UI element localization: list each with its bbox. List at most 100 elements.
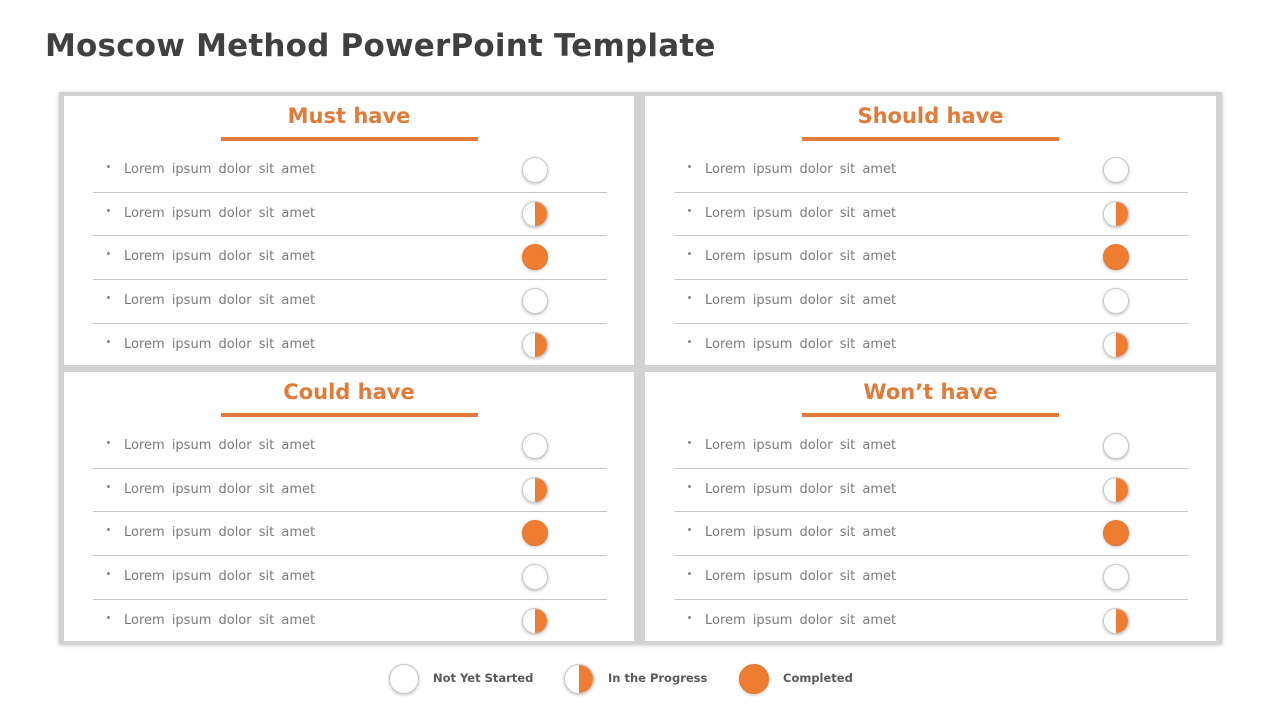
list-item: Lorem ipsum dolor sit amet [93,512,607,557]
bullet-icon [107,615,110,619]
heading-underline [802,413,1059,417]
item-text: Lorem ipsum dolor sit amet [124,205,316,221]
empty-circle-icon [522,157,548,183]
half-circle-icon [1103,607,1129,634]
half-circle-icon [1103,331,1129,358]
item-text: Lorem ipsum dolor sit amet [124,249,316,265]
filled-circle-icon [739,664,769,694]
item-text: Lorem ipsum dolor sit amet [124,438,316,453]
bullet-icon [107,252,110,256]
list-item: Lorem ipsum dolor sit amet [674,512,1188,557]
bullet-icon [107,528,110,532]
item-text: Lorem ipsum dolor sit amet [705,525,897,541]
empty-circle-icon [389,664,419,694]
panel-heading: Should have [857,104,1004,128]
list-item: Lorem ipsum dolor sit amet [93,469,607,513]
panel-heading: Must have [287,104,411,128]
panel-heading: Could have [283,380,415,404]
item-text: Lorem ipsum dolor sit amet [705,162,897,177]
legend-label: In the Progress [608,671,708,685]
item-text: Lorem ipsum dolor sit amet [705,205,897,221]
half-circle-icon [564,664,594,694]
heading-underline [802,137,1059,141]
bullet-icon [688,572,691,576]
panel-wont-have: Won’t have Lorem ipsum dolor sit amet Lore… [645,372,1216,641]
list-item: Lorem ipsum dolor sit amet [674,324,1188,367]
bullet-icon [688,339,691,343]
list-item: Lorem ipsum dolor sit amet [674,425,1188,469]
bullet-icon [688,208,691,212]
item-text: Lorem ipsum dolor sit amet [705,612,897,628]
bullet-icon [107,441,110,444]
item-text: Lorem ipsum dolor sit amet [705,336,897,352]
bullet-icon [688,528,691,532]
item-list: Lorem ipsum dolor sit amet Lorem ipsum do… [93,149,607,366]
item-text: Lorem ipsum dolor sit amet [705,569,897,585]
list-item: Lorem ipsum dolor sit amet [93,236,607,281]
item-list: Lorem ipsum dolor sit amet Lorem ipsum do… [674,149,1188,366]
item-text: Lorem ipsum dolor sit amet [124,569,316,585]
legend-label: Completed [783,671,853,685]
legend-label: Not Yet Started [433,671,534,685]
bullet-icon [107,339,110,343]
empty-circle-icon [522,288,548,315]
filled-circle-icon [522,520,548,547]
filled-circle-icon [1103,244,1129,271]
empty-circle-icon [1103,564,1129,591]
heading-underline [221,137,478,141]
panel-must-have: Must have Lorem ipsum dolor sit amet Lorem… [64,96,634,365]
bullet-icon [107,572,110,576]
bullet-icon [107,484,110,488]
bullet-icon [107,165,110,168]
item-text: Lorem ipsum dolor sit amet [705,438,897,453]
list-item: Lorem ipsum dolor sit amet [674,280,1188,324]
item-text: Lorem ipsum dolor sit amet [124,525,316,541]
bullet-icon [688,165,691,168]
bullet-icon [688,484,691,488]
bullet-icon [688,441,691,444]
empty-circle-icon [522,564,548,591]
filled-circle-icon [1103,520,1129,547]
item-text: Lorem ipsum dolor sit amet [124,612,316,628]
half-circle-icon [522,607,548,634]
list-item: Lorem ipsum dolor sit amet [93,425,607,469]
panel-should-have: Should have Lorem ipsum dolor sit amet Lor… [645,96,1216,365]
bullet-icon [688,296,691,300]
list-item: Lorem ipsum dolor sit amet [674,600,1188,643]
half-circle-icon [1103,200,1129,227]
filled-circle-icon [522,244,548,271]
bullet-icon [688,615,691,619]
list-item: Lorem ipsum dolor sit amet [674,469,1188,513]
item-list: Lorem ipsum dolor sit amet Lorem ipsum do… [93,425,607,642]
bullet-icon [688,252,691,256]
item-text: Lorem ipsum dolor sit amet [124,336,316,352]
empty-circle-icon [1103,288,1129,315]
panel-could-have: Could have Lorem ipsum dolor sit amet Lore… [64,372,634,641]
list-item: Lorem ipsum dolor sit amet [674,236,1188,281]
heading-underline [221,413,478,417]
panel-heading: Won’t have [863,380,998,404]
list-item: Lorem ipsum dolor sit amet [93,324,607,367]
list-item: Lorem ipsum dolor sit amet [93,280,607,324]
item-text: Lorem ipsum dolor sit amet [705,249,897,265]
item-text: Lorem ipsum dolor sit amet [705,481,897,497]
item-list: Lorem ipsum dolor sit amet Lorem ipsum do… [674,425,1188,642]
list-item: Lorem ipsum dolor sit amet [93,600,607,643]
moscow-grid: Must have Lorem ipsum dolor sit amet Lorem… [59,92,1222,644]
list-item: Lorem ipsum dolor sit amet [674,149,1188,193]
empty-circle-icon [1103,433,1129,459]
list-item: Lorem ipsum dolor sit amet [93,149,607,193]
list-item: Lorem ipsum dolor sit amet [93,193,607,237]
half-circle-icon [522,331,548,358]
half-circle-icon [522,476,548,503]
empty-circle-icon [1103,157,1129,183]
bullet-icon [107,296,110,300]
list-item: Lorem ipsum dolor sit amet [674,556,1188,600]
item-text: Lorem ipsum dolor sit amet [124,162,316,177]
half-circle-icon [1103,476,1129,503]
list-item: Lorem ipsum dolor sit amet [674,193,1188,237]
empty-circle-icon [522,433,548,459]
list-item: Lorem ipsum dolor sit amet [93,556,607,600]
item-text: Lorem ipsum dolor sit amet [124,293,316,309]
half-circle-icon [522,200,548,227]
